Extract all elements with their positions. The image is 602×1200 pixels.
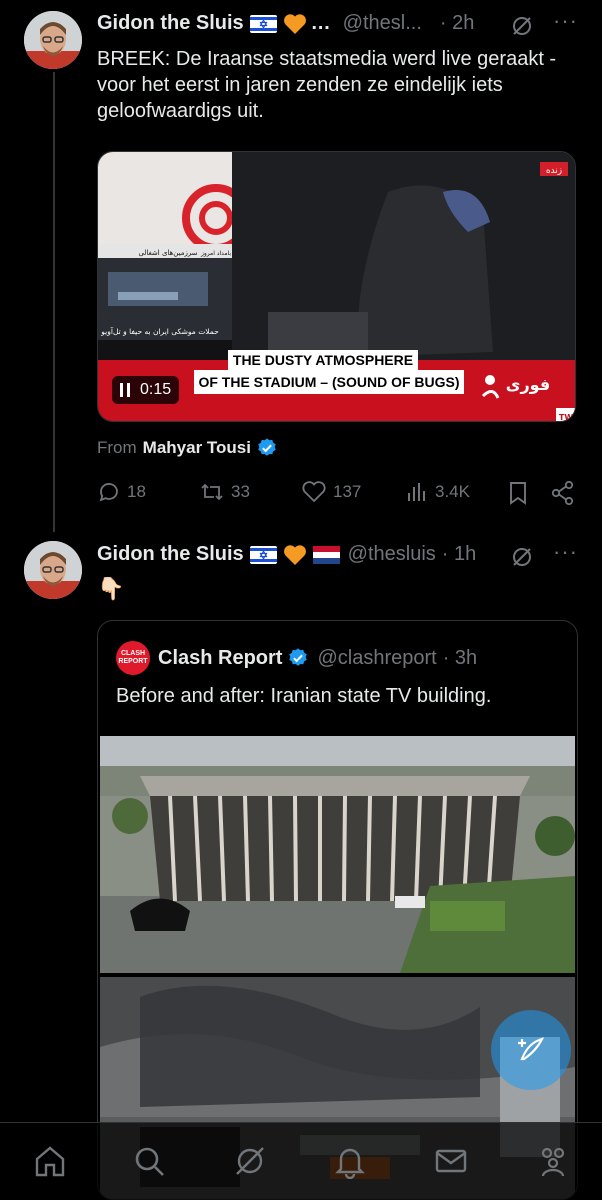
israel-flag-icon	[249, 545, 277, 564]
avatar[interactable]	[24, 11, 82, 69]
orange-heart-icon	[283, 544, 307, 566]
avatar[interactable]	[24, 541, 82, 599]
tweet-text: BREEK: De Iraanse staatsmedia werd live …	[97, 48, 557, 122]
verified-icon	[258, 438, 276, 456]
tweet-time[interactable]: · 1h	[442, 543, 476, 566]
news-sub: حملات موشکی ایران به حیفا و تل‌آویو	[100, 326, 219, 336]
reply-count: 18	[127, 482, 146, 501]
views-button[interactable]: 3.4K	[405, 480, 470, 504]
grok-icon[interactable]	[510, 545, 534, 569]
action-bar: 18 33 137 3.4K	[97, 478, 582, 508]
notifications-icon[interactable]	[332, 1143, 368, 1179]
orange-heart-icon	[283, 13, 307, 35]
author-name[interactable]: Gidon the Sluis	[97, 543, 244, 566]
news-head: سرزمین‌های اشغالی	[138, 249, 197, 257]
bookmark-icon[interactable]	[506, 480, 530, 506]
more-options-icon[interactable]: ···	[553, 539, 578, 565]
author-handle[interactable]: @thesl...	[343, 12, 422, 35]
tweet-1[interactable]: Gidon the Sluis … @thesl... · 2h ··· BRE…	[0, 0, 602, 532]
video-timer[interactable]: 0:15	[112, 376, 180, 404]
ellipsis: …	[310, 12, 331, 34]
news-ticker: فوری	[506, 375, 550, 394]
video-duration: 0:15	[140, 381, 172, 398]
grok-icon[interactable]	[510, 14, 534, 38]
quoted-tweet[interactable]: CLASH REPORT Clash Report @clashreport ·…	[97, 620, 578, 1200]
repost-icon	[201, 483, 223, 501]
quote-author-handle[interactable]: @clashreport	[317, 647, 436, 670]
video-player[interactable]: زنده سرزمین‌های اشغالی بامداد امروز حملا…	[97, 151, 576, 422]
tweet-text: 👇🏻	[97, 576, 125, 601]
home-icon[interactable]	[32, 1143, 68, 1179]
israel-flag-icon	[249, 14, 277, 33]
netherlands-flag-icon	[312, 545, 340, 564]
author-name[interactable]: Gidon the Sluis	[97, 12, 244, 35]
from-name[interactable]: Mahyar Tousi	[143, 438, 251, 458]
author-handle[interactable]: @thesluis	[348, 543, 436, 566]
from-label: From	[97, 438, 137, 457]
bottom-navigation	[0, 1122, 602, 1200]
repost-count: 33	[231, 482, 250, 501]
before-image[interactable]	[100, 736, 575, 973]
reply-button[interactable]: 18	[97, 480, 146, 504]
views-icon	[408, 483, 425, 501]
tweet-2[interactable]: Gidon the Sluis @thesluis · 1h ··· 👇🏻 CL…	[0, 530, 602, 1200]
quote-header: CLASH REPORT Clash Report @clashreport ·…	[116, 641, 477, 675]
share-icon[interactable]	[550, 480, 576, 506]
from-attribution[interactable]: From Mahyar Tousi	[97, 437, 278, 459]
quote-text: Before and after: Iranian state TV build…	[116, 685, 492, 707]
avatar-line-2: REPORT	[118, 658, 148, 665]
quote-author-name[interactable]: Clash Report	[158, 647, 282, 670]
tweet-time[interactable]: · 2h	[440, 12, 474, 35]
like-count: 137	[333, 482, 362, 501]
caption-line-2: OF THE STADIUM – (SOUND OF BUGS)	[198, 374, 460, 390]
compose-button[interactable]	[491, 1010, 571, 1090]
avatar-line-1: CLASH	[120, 650, 146, 657]
reply-icon	[99, 483, 118, 502]
repost-button[interactable]: 33	[199, 480, 250, 504]
clash-report-avatar[interactable]: CLASH REPORT	[116, 641, 150, 675]
messages-icon[interactable]	[433, 1143, 469, 1179]
search-icon[interactable]	[131, 1143, 167, 1179]
news-tag: بامداد امروز	[200, 250, 231, 257]
communities-icon[interactable]	[535, 1143, 571, 1179]
thread-line	[53, 72, 55, 532]
verified-icon	[289, 648, 308, 666]
compose-icon	[518, 1037, 545, 1061]
corner-logo: TW	[559, 413, 573, 422]
live-badge: زنده	[546, 166, 562, 176]
tweet-header: Gidon the Sluis … @thesl... · 2h	[97, 12, 474, 35]
heart-icon	[302, 481, 326, 503]
like-button[interactable]: 137	[301, 480, 361, 504]
grok-icon[interactable]	[232, 1143, 268, 1179]
tweet-header: Gidon the Sluis @thesluis · 1h	[97, 543, 476, 566]
pause-icon[interactable]	[120, 383, 130, 397]
more-options-icon[interactable]: ···	[553, 8, 578, 34]
caption-line-1: THE DUSTY ATMOSPHERE	[232, 352, 414, 368]
view-count: 3.4K	[435, 482, 470, 501]
quote-time[interactable]: · 3h	[443, 647, 477, 670]
